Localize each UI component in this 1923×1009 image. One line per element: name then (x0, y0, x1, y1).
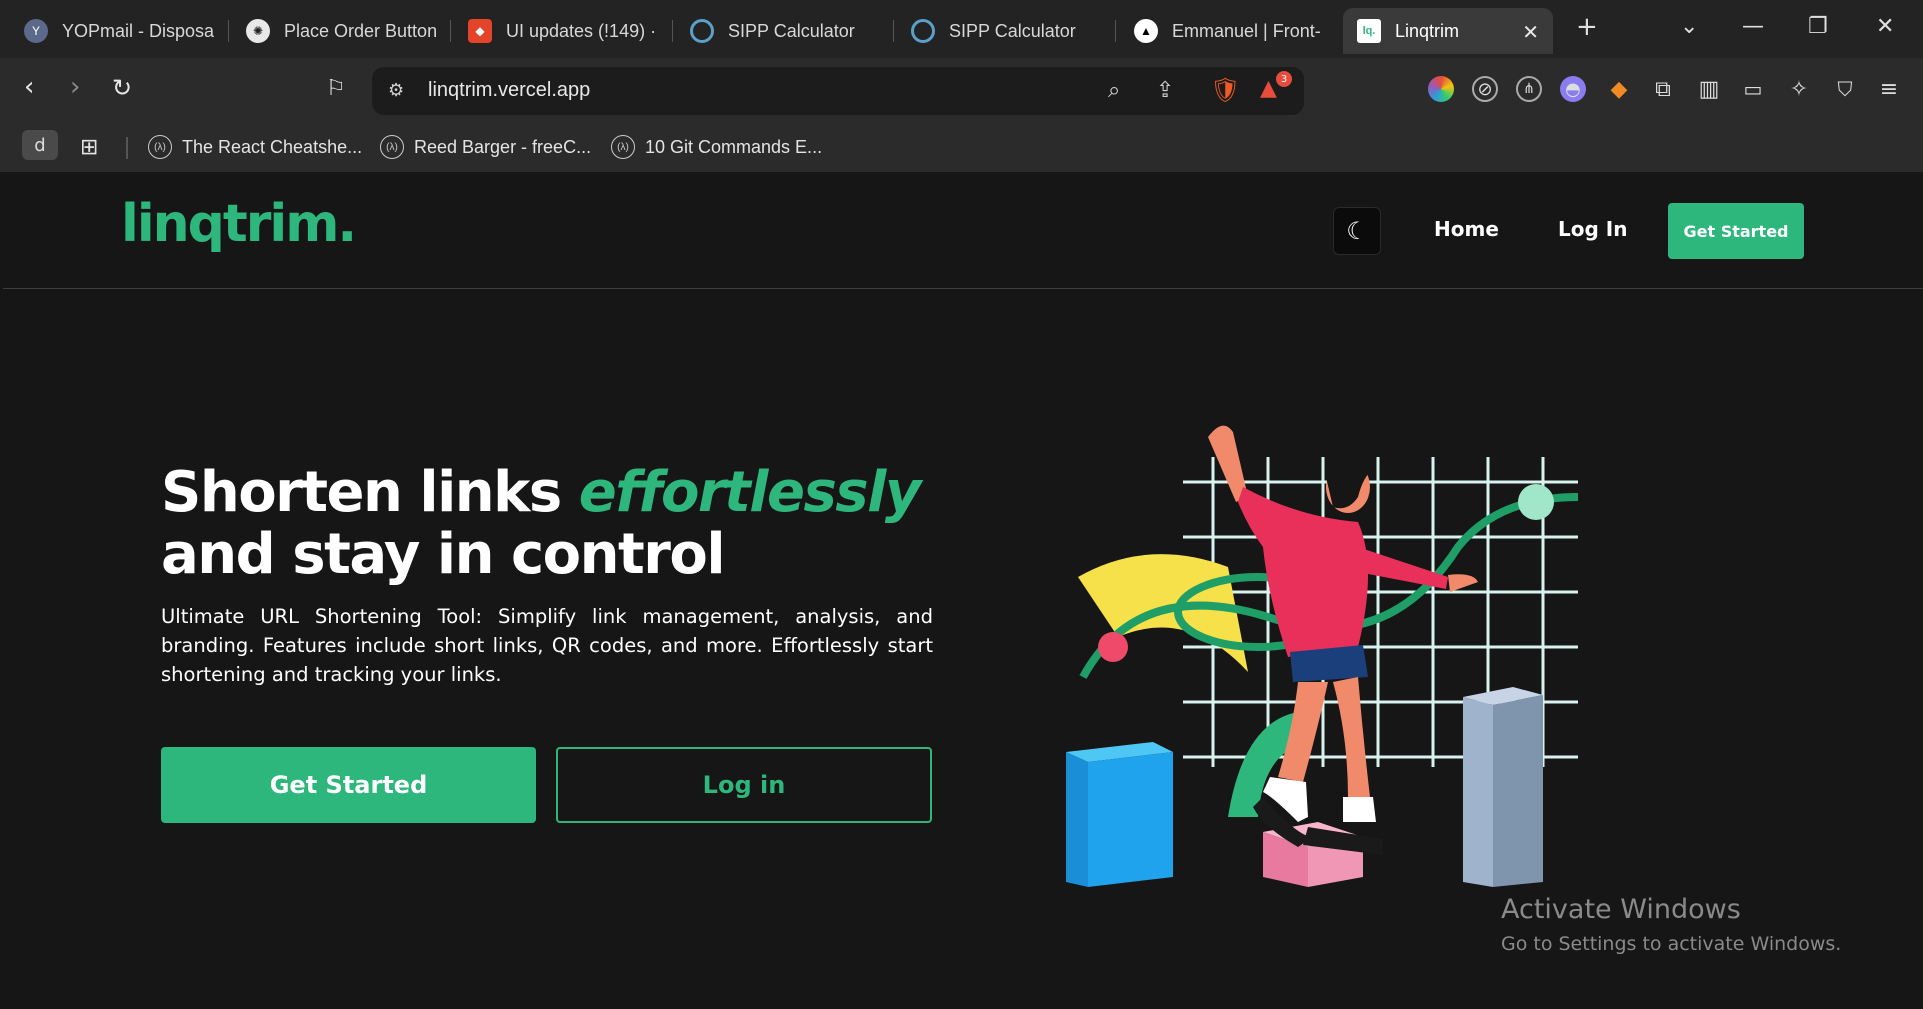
vpn-icon[interactable]: ⛉ (1832, 76, 1858, 102)
share-extension-icon[interactable]: ⋔ (1516, 76, 1542, 102)
bookmarks-divider (126, 137, 128, 159)
bookmark-label: Reed Barger - freeC... (414, 136, 592, 157)
activate-windows-title: Activate Windows (1501, 894, 1741, 925)
zoom-icon[interactable]: ⌕ (1108, 78, 1120, 103)
metamask-extension-icon[interactable]: ◆ (1606, 76, 1632, 102)
site-header: linqtrim. ☾ Home Log In Get Started (3, 172, 1923, 289)
nav-home-link[interactable]: Home (1434, 217, 1499, 241)
freecodecamp-icon: (λ) (148, 135, 172, 159)
tab-gitlab[interactable]: ◆ UI updates (!149) · (454, 8, 664, 54)
tab-divider (893, 20, 894, 42)
tab-divider (228, 20, 229, 42)
blue-cube (1066, 742, 1173, 887)
close-window-icon[interactable]: ✕ (1876, 14, 1894, 39)
address-bar[interactable]: ⚙ linqtrim.vercel.app ⌕ ⇪ 🛡 ▲ 3 (372, 67, 1304, 115)
header-get-started-button[interactable]: Get Started (1668, 203, 1804, 259)
bookmark-label: 10 Git Commands E... (645, 136, 823, 157)
circle-icon (690, 19, 714, 43)
linqtrim-page: linqtrim. ☾ Home Log In Get Started Shor… (3, 172, 1923, 1009)
browser-chrome: Y YOPmail - Disposa ✺ Place Order Button… (0, 0, 1923, 172)
leo-ai-icon[interactable]: ✧ (1786, 76, 1812, 102)
sidebar-icon[interactable]: ▥ (1696, 76, 1722, 102)
apps-grid-icon[interactable]: ⊞ (80, 132, 98, 162)
tab-label: UI updates (!149) · (506, 20, 657, 41)
back-icon[interactable]: ‹ (24, 72, 34, 102)
hero-login-button[interactable]: Log in (556, 747, 932, 823)
tab-bar: Y YOPmail - Disposa ✺ Place Order Button… (0, 0, 1923, 58)
tab-label: Linqtrim (1395, 20, 1460, 41)
url-text[interactable]: linqtrim.vercel.app (428, 79, 590, 102)
moon-icon: ☾ (1346, 217, 1368, 245)
hero-description: Ultimate URL Shortening Tool: Simplify l… (161, 605, 933, 686)
site-logo[interactable]: linqtrim. (121, 194, 357, 254)
minimize-icon[interactable]: — (1742, 14, 1764, 39)
bookmark-reed-barger[interactable]: (λ) Reed Barger - freeC... (380, 132, 591, 162)
wallet-icon[interactable]: ▭ (1740, 76, 1766, 102)
bookmark-label: The React Cheatshe... (182, 136, 363, 157)
activate-windows-subtitle: Go to Settings to activate Windows. (1501, 933, 1842, 955)
tab-sipp-2[interactable]: SIPP Calculator (897, 8, 1107, 54)
theme-toggle-button[interactable]: ☾ (1333, 207, 1381, 255)
hero-illustration (1066, 425, 1579, 887)
yopmail-icon: Y (24, 19, 48, 43)
color-picker-extension-icon[interactable] (1428, 76, 1454, 102)
tab-linqtrim[interactable]: lq. Linqtrim ✕ (1343, 8, 1553, 54)
brave-shields-icon[interactable]: 🛡 (1210, 76, 1240, 104)
linqtrim-icon: lq. (1357, 19, 1381, 43)
tab-label: Emmanuel | Front- (1172, 20, 1321, 41)
brave-rewards-icon[interactable]: ▲ (1260, 76, 1277, 101)
tab-sipp-1[interactable]: SIPP Calculator (676, 8, 886, 54)
compass-extension-icon[interactable]: ⊘ (1472, 76, 1498, 102)
tab-emmanuel[interactable]: ▲ Emmanuel | Front- (1120, 8, 1328, 54)
openai-icon: ✺ (246, 19, 270, 43)
grey-column (1463, 687, 1543, 887)
activate-windows-watermark: Activate Windows Go to Settings to activ… (1501, 894, 1841, 955)
gitlab-icon: ◆ (468, 19, 492, 43)
bookmarks-bar: d ⊞ (λ) The React Cheatshe... (λ) Reed B… (0, 123, 1923, 172)
hero-get-started-button[interactable]: Get Started (161, 747, 536, 823)
hero-title-part1: Shorten links (161, 460, 579, 525)
freecodecamp-icon: (λ) (380, 135, 404, 159)
browser-toolbar: ‹ › ↻ ⚐ ⚙ linqtrim.vercel.app ⌕ ⇪ 🛡 ▲ 3 … (0, 58, 1923, 123)
tab-label: SIPP Calculator (949, 20, 1076, 41)
nav-login-link[interactable]: Log In (1558, 217, 1627, 241)
tab-label: SIPP Calculator (728, 20, 855, 41)
hero-title: Shorten links effortlessly and stay in c… (161, 460, 922, 587)
phantom-extension-icon[interactable]: ◓ (1560, 76, 1586, 102)
share-icon[interactable]: ⇪ (1156, 78, 1174, 103)
forward-icon[interactable]: › (70, 72, 80, 102)
mint-ball (1518, 484, 1554, 520)
red-ball (1098, 632, 1128, 662)
tab-search-icon[interactable]: ⌄ (1680, 14, 1698, 39)
tab-divider (672, 20, 673, 42)
extensions-icon[interactable]: ⧉ (1650, 76, 1676, 102)
reload-icon[interactable]: ↻ (112, 74, 132, 102)
bookmark-react-cheatsheet[interactable]: (λ) The React Cheatshe... (148, 132, 362, 162)
tab-divider (450, 20, 451, 42)
restore-icon[interactable]: ❐ (1808, 14, 1828, 39)
new-tab-button[interactable]: + (1576, 12, 1598, 42)
rewards-badge: 3 (1276, 71, 1292, 87)
tab-divider (1115, 20, 1116, 42)
hero-title-line2: and stay in control (161, 522, 726, 587)
site-settings-icon[interactable]: ⚙ (388, 80, 404, 101)
close-tab-icon[interactable]: ✕ (1522, 20, 1539, 45)
triangle-icon: ▲ (1134, 19, 1158, 43)
tab-label: YOPmail - Disposa (62, 20, 215, 41)
tab-label: Place Order Button (284, 20, 437, 41)
hero-title-accent: effortlessly (578, 460, 922, 525)
bookmark-icon[interactable]: ⚐ (326, 76, 346, 101)
bookmark-git-commands[interactable]: (λ) 10 Git Commands E... (611, 132, 822, 162)
menu-icon[interactable]: ≡ (1876, 76, 1902, 102)
profile-chip[interactable]: d (22, 130, 58, 160)
tab-place-order[interactable]: ✺ Place Order Button (232, 8, 437, 54)
circle-icon (911, 19, 935, 43)
freecodecamp-icon: (λ) (611, 135, 635, 159)
tab-yopmail[interactable]: Y YOPmail - Disposa (10, 8, 215, 54)
